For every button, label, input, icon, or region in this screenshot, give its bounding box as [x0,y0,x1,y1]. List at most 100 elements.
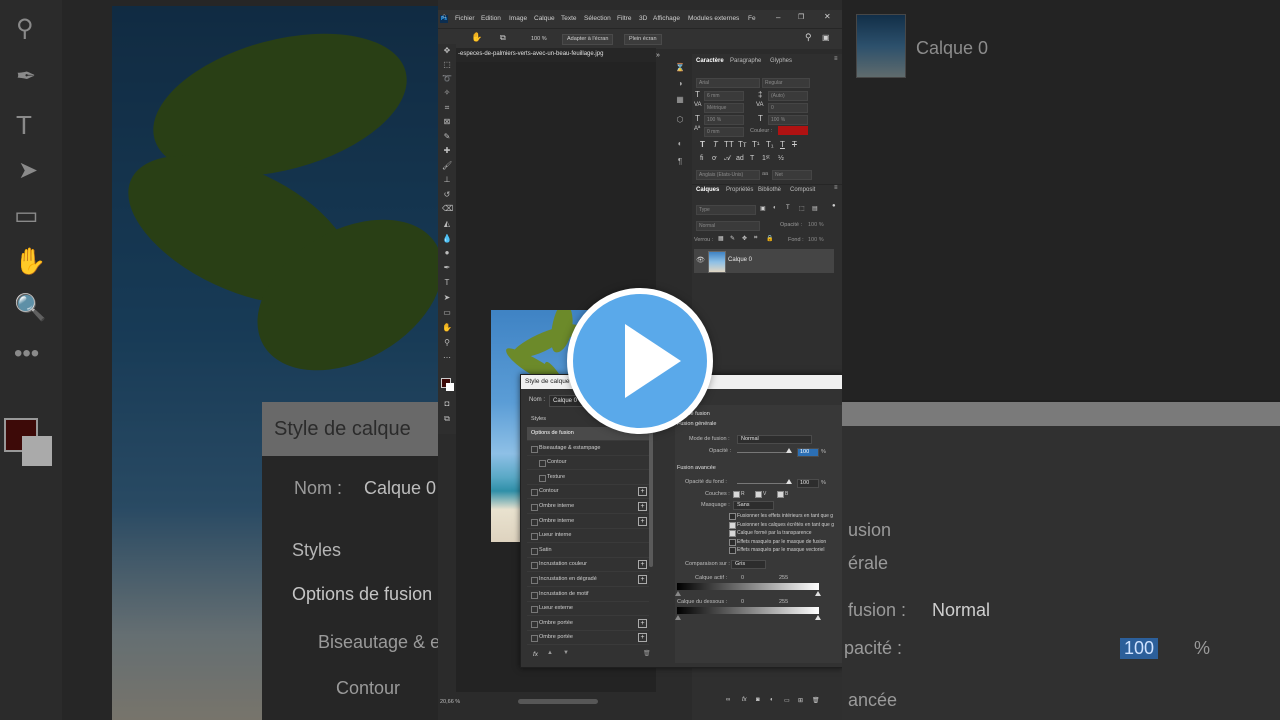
horizontal-scrollbar[interactable] [518,699,598,704]
layer-row-calque-0[interactable]: 👁 Calque 0 [694,249,834,273]
opacity-slider-thumb[interactable] [786,448,792,453]
layer-blend-mode-select[interactable]: Normal [696,221,760,231]
filter-pixel-icon[interactable]: ▣ [760,205,766,212]
language-select[interactable]: Anglais (Etats-Unis) [696,170,760,180]
channel-v-checkbox[interactable] [755,491,762,498]
add-effect-instance-icon[interactable]: + [638,633,647,643]
style-item[interactable]: Ombre portée + [527,617,649,631]
tab-caractere[interactable]: Caractère [696,58,724,64]
underlying-layer-black-thumb[interactable] [675,615,681,620]
menu-filtre[interactable]: Filtre [617,15,631,22]
screen-mode-icon[interactable]: ⧉ [442,414,452,424]
layer-name[interactable]: Calque 0 [728,257,752,263]
style-item-checkbox[interactable] [531,445,538,453]
strikethrough-icon[interactable]: T [792,140,797,149]
maximize-icon[interactable]: ❐ [798,13,804,21]
style-item-checkbox[interactable] [531,489,538,497]
fill-value[interactable]: 100 % [808,237,824,243]
layer-opacity-value[interactable]: 100 % [808,222,824,228]
fill-opacity-input[interactable]: 100 [797,479,819,488]
add-mask-icon[interactable]: ◙ [756,697,760,703]
vertical-scale-field[interactable]: 100 % [704,115,744,125]
style-item[interactable]: Ombre interne + [527,515,649,529]
magic-wand-tool-icon[interactable]: ✧ [442,88,452,98]
crop-tool-icon[interactable]: ⌗ [442,103,452,113]
old-style-icon[interactable]: ơ [712,155,717,162]
background-color-swatch[interactable] [446,383,454,391]
advanced-option-checkbox[interactable] [729,513,736,520]
more-tools-icon[interactable]: ⋯ [442,353,452,363]
filter-type-icon[interactable]: T [786,205,790,211]
workspace-icon[interactable]: ▣ [822,33,830,42]
adjustment-layer-icon[interactable]: ◐ [770,697,774,703]
add-style-icon[interactable]: fx [742,697,747,703]
3d-icon[interactable]: ⬡ [674,114,686,126]
filter-smart-icon[interactable]: ▤ [812,205,818,212]
style-item[interactable]: Lueur externe [527,602,649,617]
delete-effect-icon[interactable]: 🗑 [643,650,651,657]
style-item-checkbox[interactable] [531,518,538,526]
blend-mode-select[interactable]: Normal [737,435,812,444]
lock-all-icon[interactable]: 🔒 [766,235,773,242]
delete-layer-icon[interactable]: 🗑 [812,697,820,704]
brush-tool-icon[interactable]: 🖌 [442,161,452,171]
channel-b-checkbox[interactable] [777,491,784,498]
lock-position-icon[interactable]: ✥ [742,235,747,242]
add-effect-instance-icon[interactable]: + [638,618,647,628]
all-caps-icon[interactable]: TT [724,140,734,149]
advanced-option-checkbox[interactable] [729,530,736,538]
menu-calque[interactable]: Calque [534,15,555,22]
leading-field[interactable]: (Auto) [768,91,808,101]
style-item-checkbox[interactable] [531,562,538,570]
full-screen-button[interactable]: Plein écran [624,34,662,45]
minimize-icon[interactable]: – [776,13,780,22]
document-tab[interactable]: -especes-de-palmiers-verts-avec-un-beau-… [456,48,656,63]
underline-icon[interactable]: T [780,140,785,149]
add-effect-instance-icon[interactable]: + [638,502,647,511]
dialog-fx-icon[interactable]: fx [533,651,538,658]
tab-glyphes[interactable]: Glyphes [770,58,792,64]
paragraph-icon[interactable]: ¶ [674,156,686,168]
this-layer-black-thumb[interactable] [675,591,681,596]
swatches-icon[interactable]: ▦ [674,94,686,106]
stylistic-icon[interactable]: ad [736,155,744,162]
advanced-option-checkbox[interactable] [729,538,736,546]
adjustments-icon[interactable]: ◐ [674,138,686,150]
antialias-select[interactable]: Net [772,170,812,180]
style-item-checkbox[interactable] [531,504,538,511]
titling-icon[interactable]: T [750,155,754,162]
faux-italic-icon[interactable]: T [713,140,718,149]
layers-panel-menu-icon[interactable]: ≡ [834,185,838,191]
this-layer-gradient[interactable] [677,583,819,590]
menu-3d[interactable]: 3D [639,15,647,22]
font-size-field[interactable]: 6 mm [704,91,744,101]
paint-bucket-icon[interactable]: ◭ [442,219,452,229]
this-layer-white-thumb[interactable] [815,591,821,596]
link-layers-icon[interactable]: ∞ [726,697,730,703]
fit-screen-button[interactable]: Adapter à l'écran [562,34,614,45]
fraction-icon[interactable]: ½ [778,155,784,162]
menu-texte[interactable]: Texte [561,15,577,22]
zoom-status[interactable]: 20,66 % [440,699,460,705]
panel-menu-icon[interactable]: ≡ [834,56,838,62]
knockout-select[interactable]: Sans [733,501,774,510]
scroll-all-icon[interactable]: ⧉ [500,33,506,43]
search-icon[interactable]: ⚲ [805,32,812,43]
filter-shape-icon[interactable]: ⬚ [799,205,805,212]
move-tool-icon[interactable]: ✥ [442,46,452,56]
baseline-field[interactable]: 0 mm [704,127,744,137]
superscript-icon[interactable]: T¹ [752,140,760,149]
blend-if-select[interactable]: Gris [731,560,766,569]
style-item[interactable]: Incrustation couleur + [527,558,649,573]
kerning-field[interactable]: Métrique [704,103,744,113]
stamp-tool-icon[interactable]: ⊥ [442,175,452,185]
zoom-tool-icon[interactable]: ⚲ [442,338,452,348]
type-tool-icon[interactable]: T [442,278,452,288]
move-down-icon[interactable]: ▼ [563,650,569,656]
history-icon[interactable]: ⌛ [674,62,686,74]
video-play-button[interactable] [567,288,713,434]
eraser-tool-icon[interactable]: ⌫ [442,204,453,214]
style-item-checkbox[interactable] [539,460,546,468]
menu-affichage[interactable]: Affichage [653,15,680,22]
menu-fichier[interactable]: Fichier [455,15,475,22]
